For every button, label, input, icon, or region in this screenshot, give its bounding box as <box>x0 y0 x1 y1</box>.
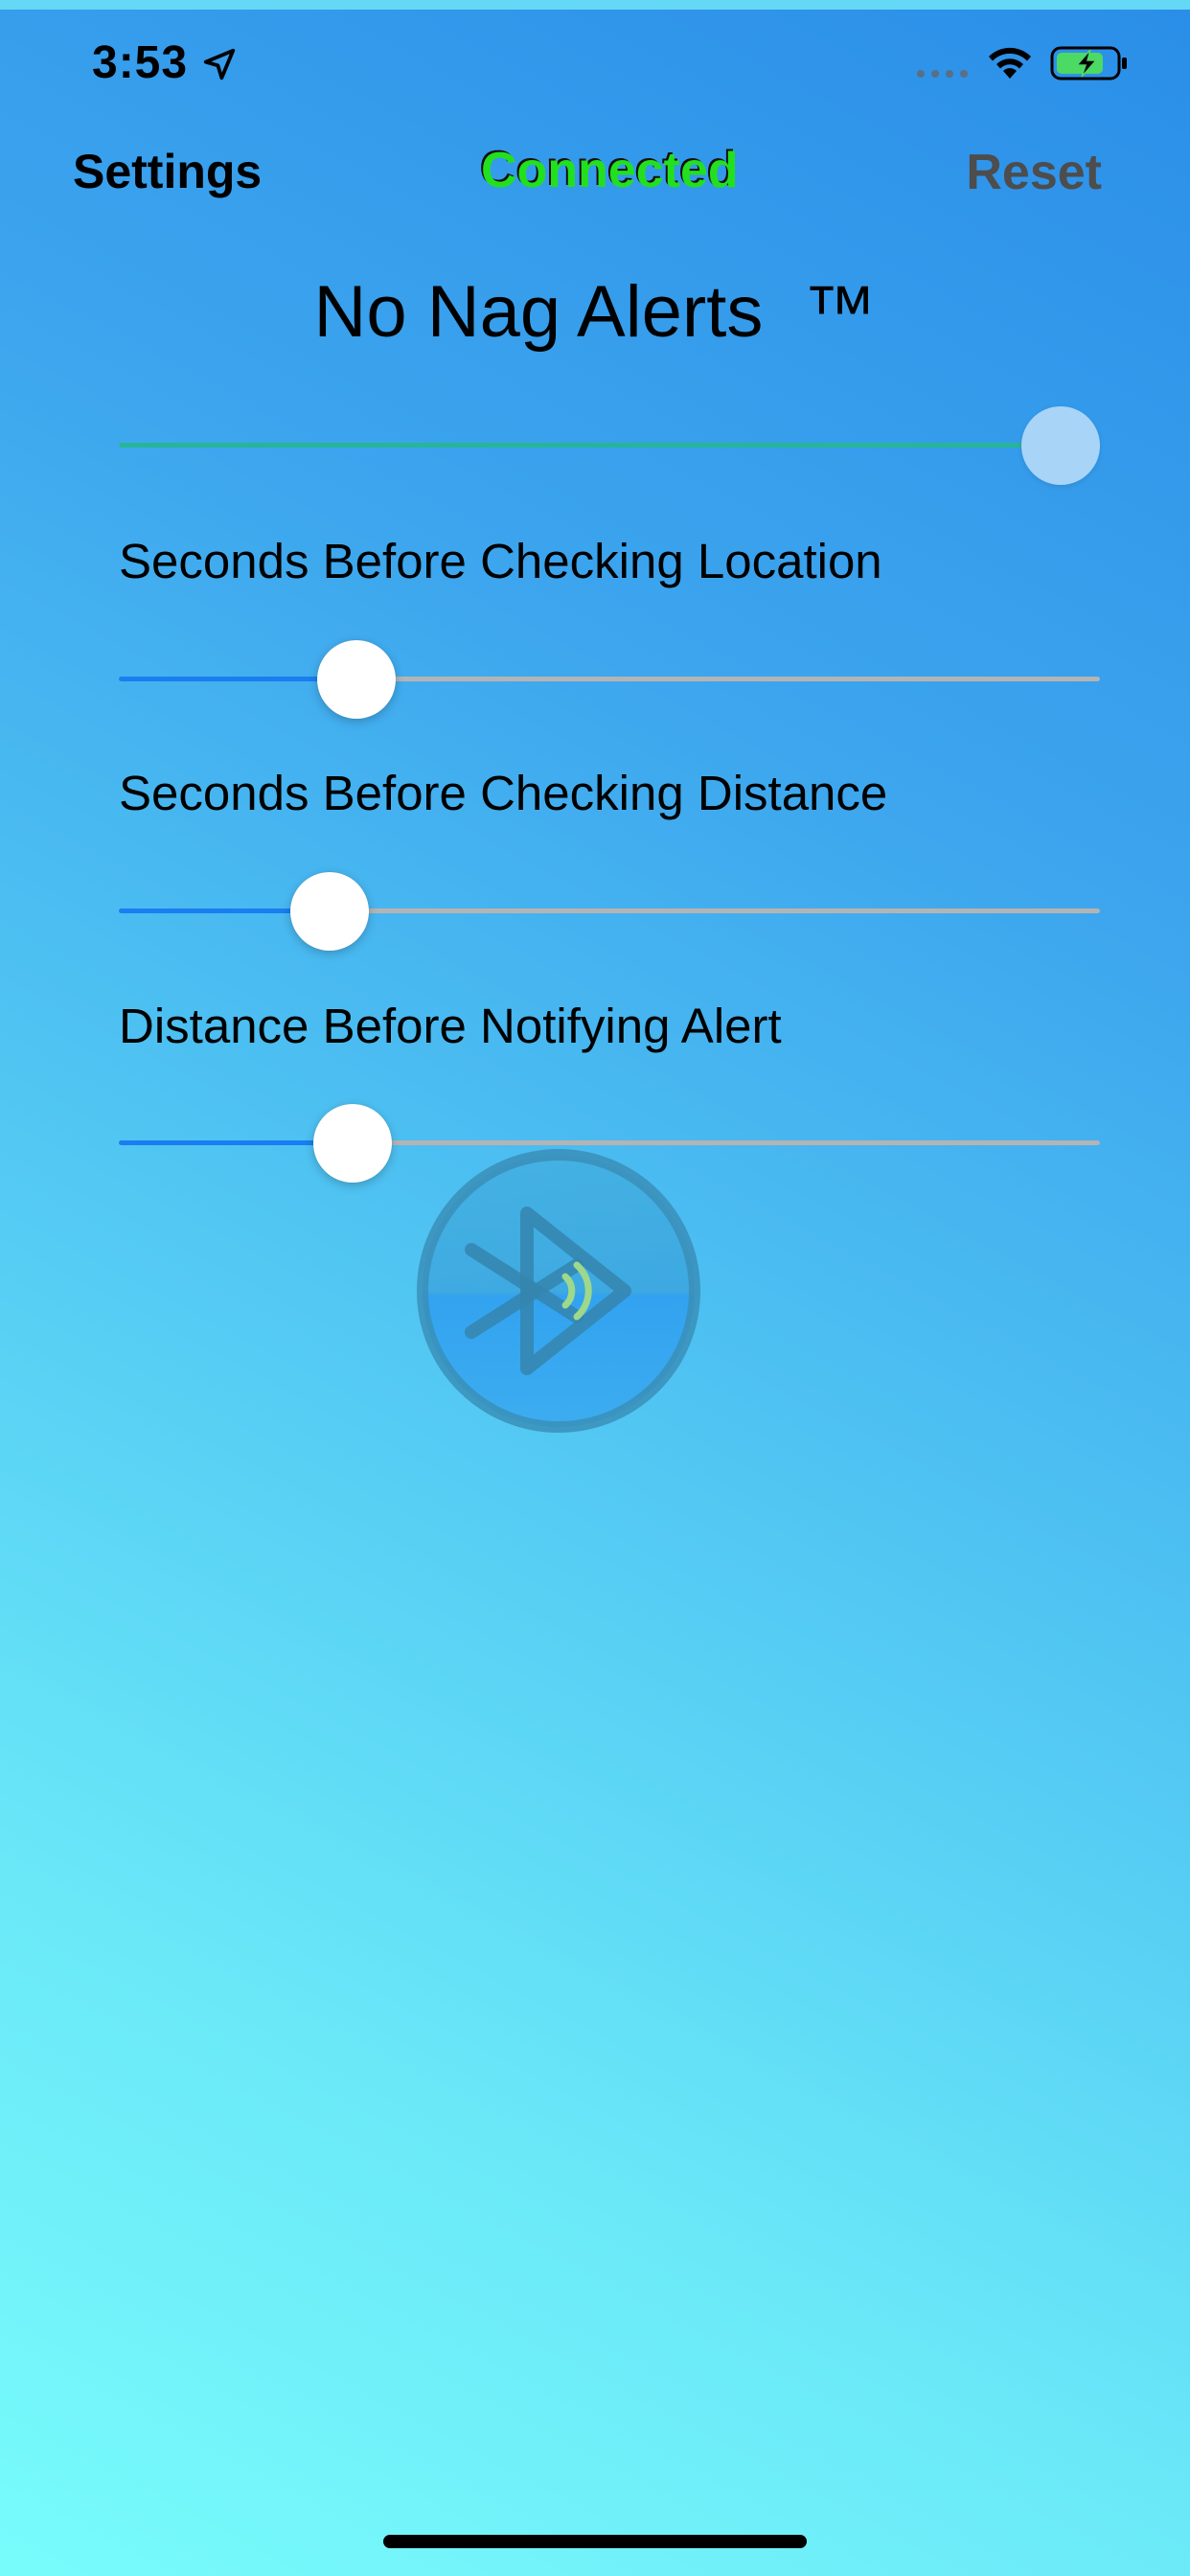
slider-thumb[interactable] <box>317 640 397 719</box>
app-screen: 3:53 Settings Connected Connected Reset … <box>0 0 1190 2576</box>
status-time: 3:53 <box>92 37 189 88</box>
distance-interval-label: Seconds Before Checking Distance <box>119 766 888 820</box>
location-arrow-icon <box>203 48 236 80</box>
wifi-icon <box>989 47 1031 79</box>
settings-button[interactable]: Settings <box>73 144 262 199</box>
alert-distance-label: Distance Before Notifying Alert <box>119 999 782 1053</box>
home-indicator[interactable] <box>383 2535 807 2548</box>
slider-thumb[interactable] <box>289 872 369 951</box>
battery-charging-icon <box>1050 46 1127 80</box>
connection-status-overlay: Connected <box>481 143 739 198</box>
connection-status: Connected Connected <box>479 140 757 201</box>
slider-thumb[interactable] <box>1021 406 1100 485</box>
signal-dots-icon <box>917 70 968 78</box>
location-interval-slider[interactable] <box>119 640 1100 719</box>
slider-fill <box>119 443 1061 448</box>
slider-thumb[interactable] <box>312 1104 392 1183</box>
app-title: No Nag Alerts ™ <box>313 271 877 353</box>
location-interval-label: Seconds Before Checking Location <box>119 534 882 588</box>
master-alert-slider[interactable] <box>119 406 1100 485</box>
bluetooth-broadcast-icon <box>417 1149 700 1433</box>
top-edge <box>0 0 1190 10</box>
reset-button[interactable]: Reset <box>966 144 1102 201</box>
distance-interval-slider[interactable] <box>119 872 1100 951</box>
